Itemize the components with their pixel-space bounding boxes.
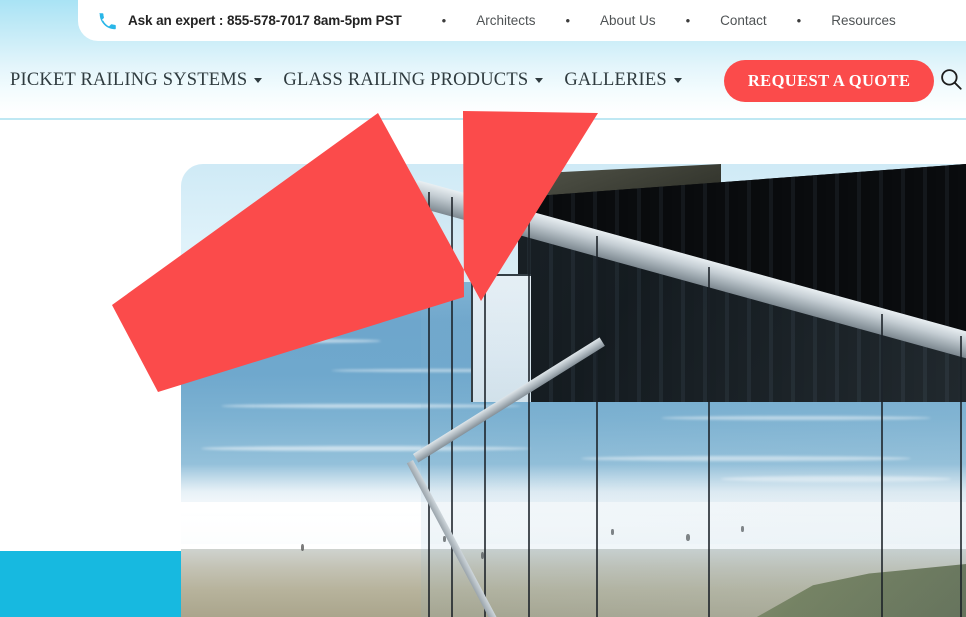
nav-label-galleries: GALLERIES bbox=[564, 70, 667, 90]
wave-streak bbox=[221, 404, 521, 408]
chevron-down-icon bbox=[673, 78, 682, 83]
utility-link-about-us[interactable]: About Us bbox=[584, 13, 672, 28]
main-navigation: PICKET RAILING SYSTEMS GLASS RAILING PRO… bbox=[0, 41, 966, 120]
hero-photo-composition bbox=[181, 164, 966, 617]
glass-panel-joint bbox=[708, 267, 710, 617]
utility-separator-3: • bbox=[796, 13, 802, 28]
beach-person bbox=[686, 534, 690, 541]
nav-label-glass-railing-products: GLASS RAILING PRODUCTS bbox=[283, 70, 529, 90]
hero-image bbox=[181, 164, 966, 617]
utility-link-resources[interactable]: Resources bbox=[815, 13, 912, 28]
utility-link-contact[interactable]: Contact bbox=[704, 13, 783, 28]
nav-item-picket-railing-systems[interactable]: PICKET RAILING SYSTEMS bbox=[10, 70, 263, 91]
phone-icon bbox=[98, 12, 116, 30]
wave-streak bbox=[191, 339, 381, 343]
hero-window bbox=[471, 274, 531, 402]
wave-streak bbox=[201, 446, 531, 451]
utility-separator-1: • bbox=[565, 13, 571, 28]
utility-links: • Architects • About Us • Contact • Reso… bbox=[428, 13, 912, 28]
nav-right-actions bbox=[934, 57, 966, 104]
chevron-down-icon bbox=[254, 78, 263, 83]
search-icon bbox=[938, 66, 964, 95]
glass-panel-joint bbox=[451, 197, 453, 617]
utility-separator-2: • bbox=[685, 13, 691, 28]
glass-panel-joint bbox=[528, 217, 530, 617]
site-header: Ask an expert : 855-578-7017 8am-5pm PST… bbox=[0, 0, 966, 120]
beach-person bbox=[611, 529, 614, 535]
utility-bar: Ask an expert : 855-578-7017 8am-5pm PST… bbox=[78, 0, 966, 41]
search-button[interactable] bbox=[934, 64, 966, 98]
cyan-accent-block bbox=[0, 551, 181, 617]
page-root: Ask an expert : 855-578-7017 8am-5pm PST… bbox=[0, 0, 966, 617]
nav-item-galleries[interactable]: GALLERIES bbox=[564, 70, 682, 91]
chevron-down-icon bbox=[535, 78, 544, 83]
beach-person bbox=[301, 544, 304, 551]
expert-phone-text: Ask an expert : 855-578-7017 8am-5pm PST bbox=[128, 13, 402, 28]
wave-streak bbox=[581, 456, 911, 461]
nav-label-picket-railing-systems: PICKET RAILING SYSTEMS bbox=[10, 70, 248, 90]
request-a-quote-button[interactable]: REQUEST A QUOTE bbox=[723, 59, 935, 102]
utility-separator-0: • bbox=[441, 13, 447, 28]
utility-link-architects[interactable]: Architects bbox=[460, 13, 551, 28]
beach-person bbox=[741, 526, 744, 532]
glass-panel-joint bbox=[428, 192, 430, 617]
wave-streak bbox=[661, 416, 931, 420]
glass-panel-joint bbox=[881, 314, 883, 617]
glass-panel-joint bbox=[596, 236, 598, 617]
glass-panel-joint bbox=[960, 336, 962, 617]
nav-item-glass-railing-products[interactable]: GLASS RAILING PRODUCTS bbox=[283, 70, 544, 91]
